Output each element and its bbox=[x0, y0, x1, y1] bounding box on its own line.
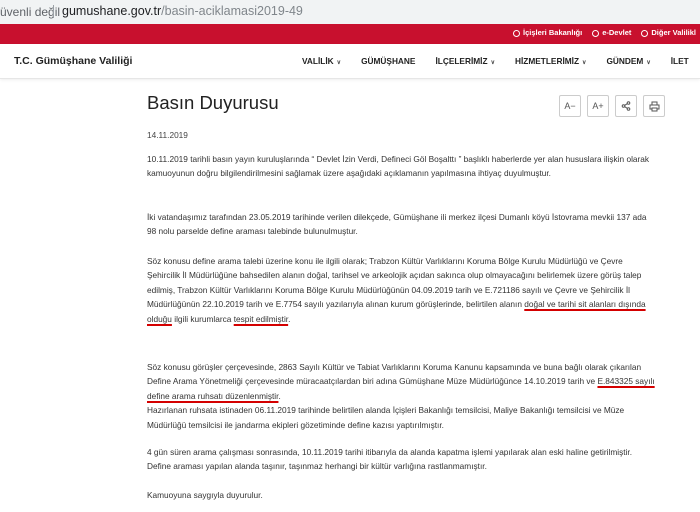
toplink-icisleri[interactable]: İçişleri Bakanlığı bbox=[513, 28, 582, 37]
nav-item-gumushane[interactable]: GÜMÜŞHANE bbox=[361, 56, 415, 66]
site-brand[interactable]: T.C. Gümüşhane Valiliği bbox=[14, 55, 132, 67]
top-link-bar: İçişleri Bakanlığı e-Devlet Diğer Valili… bbox=[0, 24, 700, 44]
url-domain: gumushane.gov.tr bbox=[62, 4, 162, 18]
article-date: 14.11.2019 bbox=[147, 130, 188, 140]
toplink-edevlet[interactable]: e-Devlet bbox=[592, 28, 631, 37]
nav-item-ilcelerimiz[interactable]: İLÇELERİMİZ ∨ bbox=[435, 56, 495, 66]
main-navigation: T.C. Gümüşhane Valiliği VALİLİK ∨ GÜMÜŞHA… bbox=[0, 44, 700, 79]
security-indicator[interactable]: üvenli değil bbox=[0, 5, 60, 19]
share-button[interactable] bbox=[615, 95, 637, 117]
ministry-icon bbox=[513, 29, 520, 37]
paragraph-3: Söz konusu define arama talebi üzerine k… bbox=[147, 256, 646, 324]
nav-item-gundem[interactable]: GÜNDEM ∨ bbox=[606, 56, 650, 66]
chevron-down-icon: ∨ bbox=[490, 60, 495, 66]
paragraph-2: İki vatandaşımız tarafından 23.05.2019 t… bbox=[147, 212, 647, 237]
paragraph-1: 10.11.2019 tarihli basın yayın kuruluşla… bbox=[147, 154, 650, 179]
nav-item-iletisim[interactable]: İLET bbox=[671, 56, 689, 66]
font-increase-button[interactable]: A+ bbox=[587, 95, 609, 117]
nav-item-hizmetlerimiz[interactable]: HİZMETLERİMİZ ∨ bbox=[515, 56, 586, 66]
paragraph-4: Söz konusu görüşler çerçevesinde, 2863 S… bbox=[147, 362, 655, 430]
globe-icon bbox=[641, 29, 649, 37]
nav-menu: VALİLİK ∨ GÜMÜŞHANE İLÇELERİMİZ ∨ HİZMETLE… bbox=[302, 56, 700, 66]
url-path: /basin-aciklamasi2019-49 bbox=[161, 4, 303, 18]
toplink-other-governorships[interactable]: Diğer Valilikl bbox=[641, 28, 696, 37]
chevron-down-icon: ∨ bbox=[582, 60, 587, 66]
page-title: Basın Duyurusu bbox=[147, 92, 279, 113]
chevron-down-icon: ∨ bbox=[646, 60, 651, 66]
share-icon bbox=[621, 101, 631, 111]
annotation-underline: tespit edilmiştir bbox=[233, 313, 289, 324]
paragraph-5: 4 gün süren arama çalışması sonrasında, … bbox=[147, 447, 633, 472]
edevlet-icon bbox=[592, 29, 600, 37]
url-separator bbox=[53, 5, 54, 18]
font-decrease-button[interactable]: A− bbox=[559, 95, 581, 117]
browser-address-bar[interactable]: üvenli değil gumushane.gov.tr/basin-acik… bbox=[0, 0, 700, 25]
printer-icon bbox=[649, 101, 659, 111]
url-text[interactable]: gumushane.gov.tr/basin-aciklamasi2019-49 bbox=[62, 4, 303, 18]
article-tools: A− A+ bbox=[559, 95, 665, 117]
paragraph-6: Kamuoyuna saygıyla duyurulur. bbox=[147, 490, 263, 500]
print-button[interactable] bbox=[643, 95, 665, 117]
nav-item-valilik[interactable]: VALİLİK ∨ bbox=[302, 56, 341, 66]
chevron-down-icon: ∨ bbox=[336, 60, 342, 66]
